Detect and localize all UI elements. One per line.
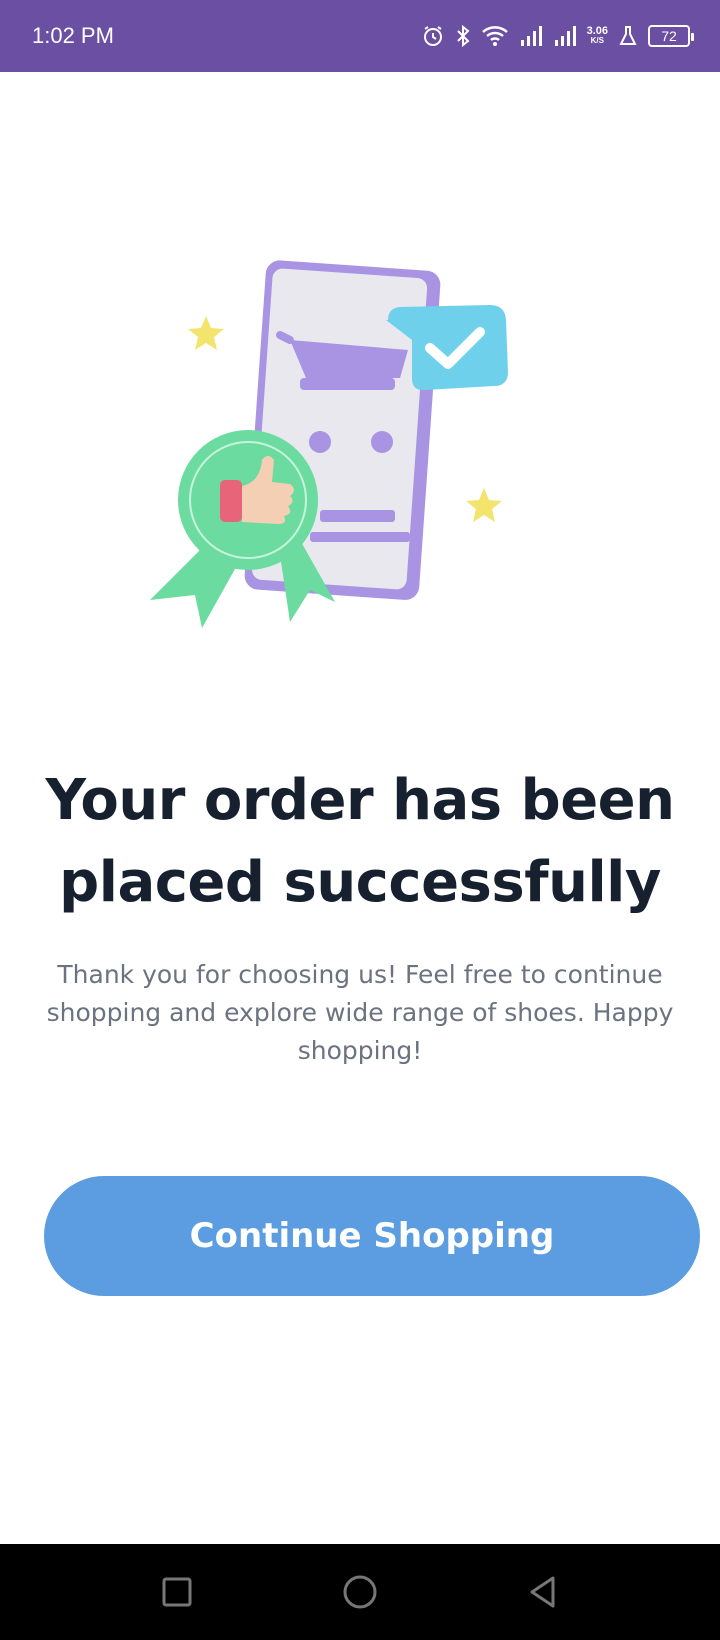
bluetooth-icon <box>455 24 471 48</box>
network-speed: 3.06 K/S <box>587 26 608 46</box>
headline-line: Your order has been <box>45 768 675 833</box>
network-speed-value: 3.06 <box>586 25 608 37</box>
back-icon[interactable] <box>519 1568 567 1616</box>
order-success-illustration <box>150 260 540 660</box>
system-nav-bar <box>0 1544 720 1640</box>
success-message: Thank you for choosing us! Feel free to … <box>46 960 674 1065</box>
success-headline: Your order has been placed successfully <box>40 760 680 924</box>
flask-icon <box>618 24 638 48</box>
alarm-icon <box>421 24 445 48</box>
signal-icon <box>553 24 577 48</box>
home-icon[interactable] <box>336 1568 384 1616</box>
battery-icon: 72 <box>648 25 694 47</box>
status-time: 1:02 PM <box>32 23 114 48</box>
recents-icon[interactable] <box>153 1568 201 1616</box>
status-bar: 1:02 PM 3.06 K/S 72 <box>0 0 720 72</box>
receipt-line <box>320 510 395 522</box>
continue-shopping-button[interactable]: Continue Shopping <box>44 1176 700 1296</box>
wifi-icon <box>481 24 509 48</box>
star-icon <box>188 316 224 350</box>
network-speed-unit: K/S <box>590 36 604 45</box>
receipt-line <box>310 532 410 542</box>
star-icon <box>466 488 502 522</box>
battery-level: 72 <box>661 28 677 44</box>
headline-line: placed successfully <box>59 850 661 915</box>
signal-icon <box>519 24 543 48</box>
status-icons: 3.06 K/S 72 <box>421 24 694 48</box>
